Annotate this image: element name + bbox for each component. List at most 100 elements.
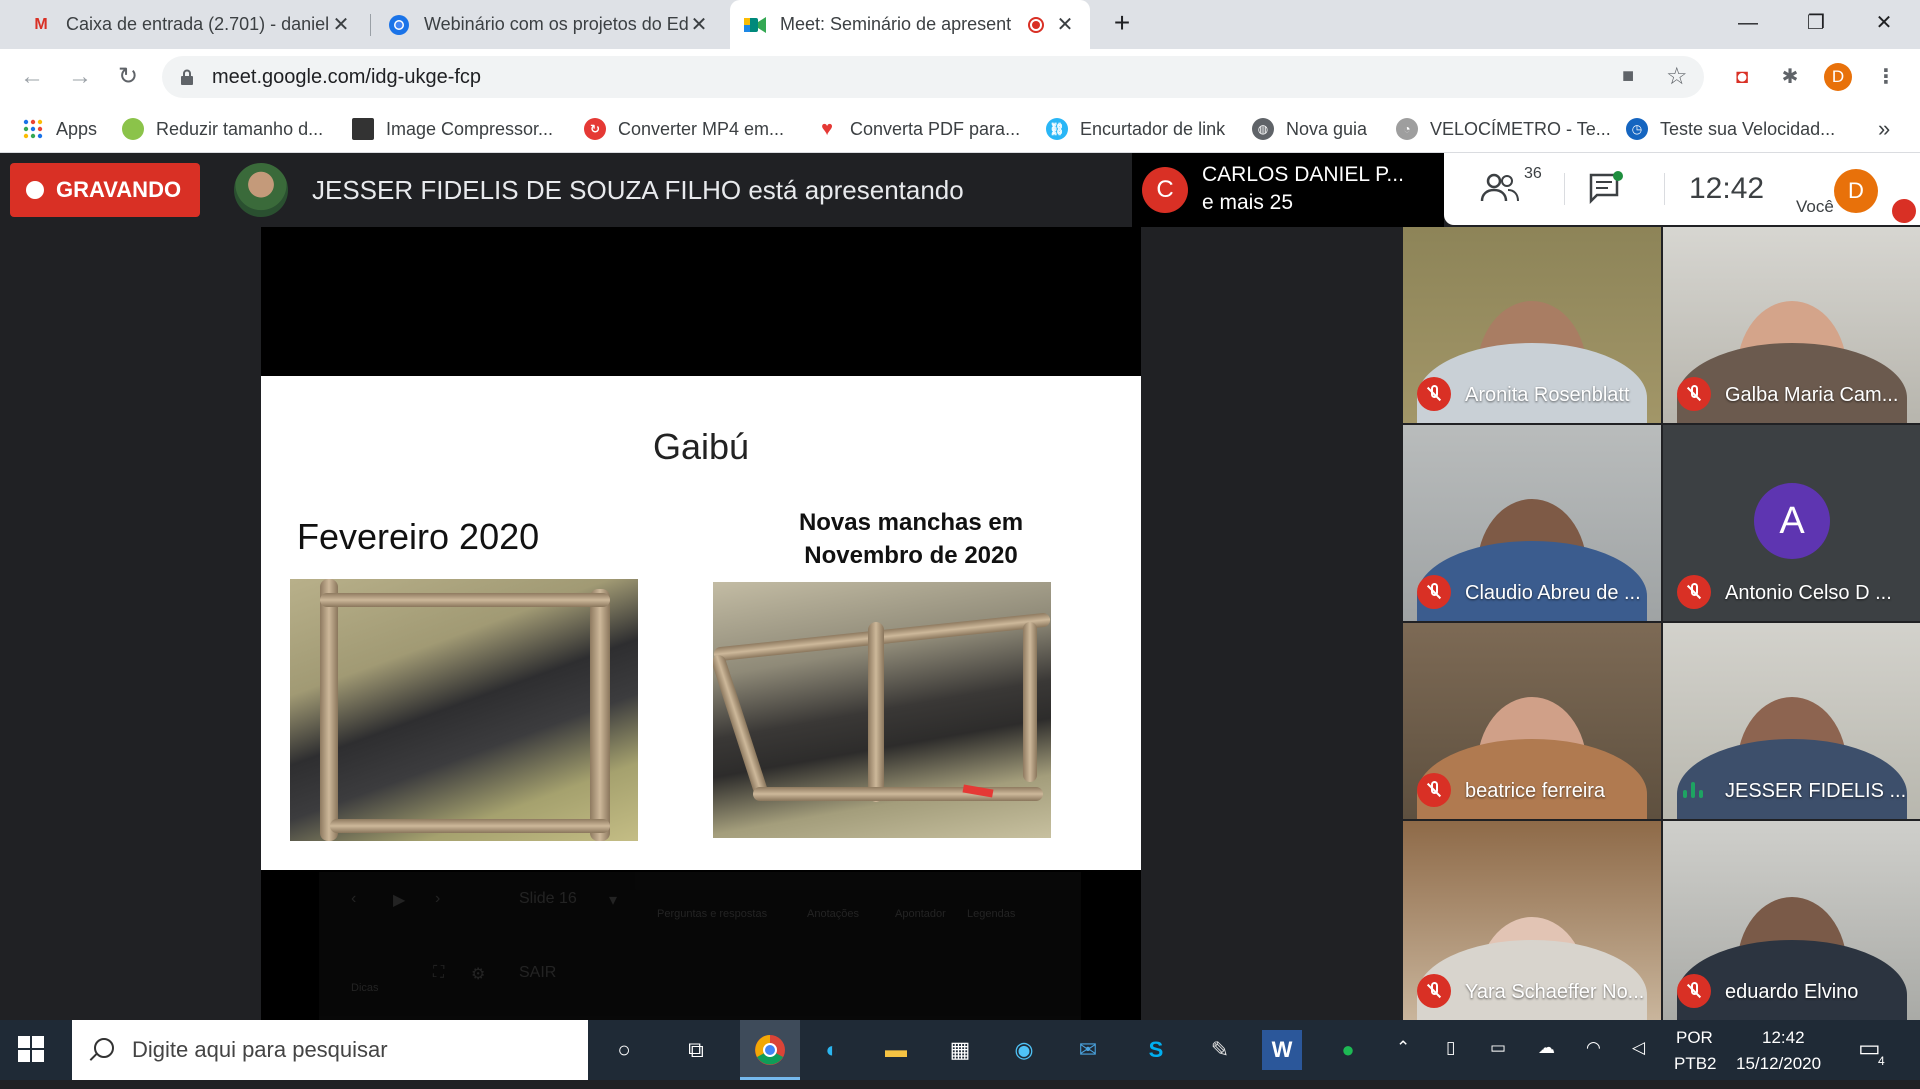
fullscreen-icon[interactable]: ⛶ — [433, 964, 444, 982]
notes-button[interactable]: Anotações — [807, 908, 859, 920]
self-avatar[interactable]: D — [1834, 169, 1878, 213]
word-icon[interactable]: W — [1262, 1030, 1302, 1070]
recording-dot-icon — [26, 181, 44, 199]
menu-icon[interactable]: ⋮ — [1872, 63, 1900, 91]
spotify-icon[interactable]: ● — [1328, 1030, 1368, 1070]
bookmark-apps[interactable]: Apps — [22, 105, 97, 153]
bookmark-teste-velocidade[interactable]: ◷ Teste sua Velocidad... — [1626, 105, 1835, 153]
caller-notification[interactable]: C CARLOS DANIEL P... e mais 25 — [1132, 153, 1444, 227]
participant-tile[interactable]: Aronita Rosenblatt — [1403, 227, 1661, 423]
wifi-icon[interactable]: ◠ — [1586, 1038, 1601, 1058]
battery-icon[interactable]: ▭ — [1490, 1038, 1506, 1058]
minimize-button[interactable]: — — [1728, 8, 1768, 38]
device-icon[interactable]: ▯ — [1446, 1038, 1455, 1058]
reload-button[interactable]: ↻ — [110, 59, 146, 95]
store-icon[interactable]: ▦ — [940, 1030, 980, 1070]
tab-separator — [370, 14, 371, 36]
chevron-down-icon[interactable]: ▾ — [609, 890, 617, 910]
presentation-stage[interactable]: Gaibú Fevereiro 2020 Novas manchas em No… — [261, 227, 1141, 1020]
caller-avatar: C — [1142, 167, 1188, 213]
back-button[interactable]: ← — [14, 59, 50, 95]
language-bottom[interactable]: PTB2 — [1674, 1054, 1717, 1074]
meet-top-bar: GRAVANDO JESSER FIDELIS DE SOUZA FILHO e… — [0, 153, 1920, 227]
tab-strip: M Caixa de entrada (2.701) - daniel ✕ We… — [0, 0, 1920, 49]
address-bar[interactable]: meet.google.com/idg-ukge-fcp ■ ☆ — [162, 56, 1704, 98]
people-button[interactable]: 36 — [1480, 165, 1542, 207]
next-slide-icon[interactable]: › — [435, 890, 440, 908]
star-icon[interactable]: ☆ — [1666, 62, 1688, 91]
skype-icon[interactable]: S — [1136, 1030, 1176, 1070]
participant-tile[interactable]: Claudio Abreu de ... — [1403, 425, 1661, 621]
close-icon[interactable]: ✕ — [1054, 12, 1076, 37]
gear-icon[interactable]: ⚙ — [471, 964, 485, 984]
slide-number[interactable]: Slide 16 — [519, 890, 577, 908]
apps-grid-icon — [22, 118, 44, 140]
resize-icon — [122, 118, 144, 140]
mail-icon[interactable]: ✉ — [1068, 1030, 1108, 1070]
bookmark-velocimetro[interactable]: ◔ VELOCÍMETRO - Te... — [1396, 105, 1611, 153]
tab-gmail[interactable]: M Caixa de entrada (2.701) - daniel ✕ — [16, 0, 366, 49]
participant-tile[interactable]: Yara Schaeffer No... — [1403, 821, 1661, 1020]
chevron-up-icon[interactable]: ⌃ — [1396, 1038, 1410, 1058]
camera-icon[interactable]: ■ — [1622, 65, 1634, 88]
tab-webinar[interactable]: Webinário com os projetos do Ed ✕ — [374, 0, 724, 49]
windows-start-icon[interactable] — [18, 1036, 46, 1064]
participant-tile[interactable]: Galba Maria Cam... — [1663, 227, 1920, 423]
more-bookmarks-button[interactable]: » — [1878, 105, 1890, 153]
tab-meet[interactable]: Meet: Seminário de apresent ✕ — [730, 0, 1090, 49]
bookmark-converta-pdf[interactable]: ♥ Converta PDF para... — [816, 105, 1020, 153]
profile-avatar[interactable]: D — [1824, 63, 1852, 91]
bookmark-image-compressor[interactable]: Image Compressor... — [352, 105, 553, 153]
language-top[interactable]: POR — [1676, 1028, 1713, 1048]
window-close-button[interactable]: ✕ — [1864, 8, 1904, 38]
mic-off-icon — [1417, 974, 1451, 1008]
photo-november-2020 — [713, 582, 1051, 838]
slide-title: Gaibú — [652, 426, 750, 467]
image-icon — [352, 118, 374, 140]
mic-off-icon — [1417, 773, 1451, 807]
paint-icon[interactable]: ✎ — [1200, 1030, 1240, 1070]
cortana-icon[interactable]: ○ — [604, 1030, 644, 1070]
taskbar-search-box[interactable]: Digite aqui para pesquisar — [72, 1020, 588, 1080]
bookmark-reduzir[interactable]: Reduzir tamanho d... — [122, 105, 323, 153]
slideshow-controls: ‹ ▶ › Slide 16 ▾ Perguntas e respostas A… — [319, 872, 1081, 1020]
tips-button[interactable]: Dicas — [351, 982, 379, 994]
task-view-icon[interactable]: ⧉ — [676, 1030, 716, 1070]
taskbar-date[interactable]: 15/12/2020 — [1736, 1054, 1821, 1074]
pocket-extension-icon[interactable]: ◘ — [1728, 63, 1756, 91]
close-icon[interactable]: ✕ — [330, 12, 352, 37]
taskbar-clock[interactable]: 12:42 — [1762, 1028, 1805, 1048]
participant-tile[interactable]: A Antonio Celso D ... — [1663, 425, 1920, 621]
pointer-button[interactable]: Apontador — [895, 908, 946, 920]
file-explorer-icon[interactable]: ▬ — [876, 1030, 916, 1070]
bookmark-encurtador[interactable]: ⛓ Encurtador de link — [1046, 105, 1225, 153]
participant-tile[interactable]: beatrice ferreira — [1403, 623, 1661, 819]
speaking-indicator-icon — [1681, 778, 1705, 802]
restore-button[interactable]: ❐ — [1796, 8, 1836, 38]
bookmark-nova-guia[interactable]: ◍ Nova guia — [1252, 105, 1367, 153]
participant-tile[interactable]: JESSER FIDELIS ... — [1663, 623, 1920, 819]
remote-desktop-icon[interactable]: ◉ — [1004, 1030, 1044, 1070]
presenter-avatar — [234, 163, 288, 217]
extensions-icon[interactable]: ✱ — [1776, 63, 1804, 91]
previous-slide-icon[interactable]: ‹ — [351, 890, 356, 908]
forward-button[interactable]: → — [62, 59, 98, 95]
chat-button[interactable] — [1588, 171, 1624, 207]
close-icon[interactable]: ✕ — [688, 12, 710, 37]
participant-tile[interactable]: eduardo Elvino — [1663, 821, 1920, 1020]
edge-icon[interactable]: ◐ — [812, 1030, 852, 1070]
cloud-icon[interactable]: ☁ — [1538, 1038, 1555, 1058]
qa-button[interactable]: Perguntas e respostas — [657, 908, 767, 920]
volume-icon[interactable]: ◁ — [1632, 1038, 1645, 1058]
new-tab-button[interactable]: + — [1102, 8, 1142, 38]
meet-window: GRAVANDO JESSER FIDELIS DE SOUZA FILHO e… — [0, 153, 1920, 1020]
lock-icon — [181, 69, 193, 85]
captions-button[interactable]: Legendas — [967, 908, 1015, 920]
bookmark-converter-mp4[interactable]: ↻ Converter MP4 em... — [584, 105, 784, 153]
recording-badge[interactable]: GRAVANDO — [10, 163, 200, 217]
chrome-taskbar-icon[interactable] — [740, 1020, 800, 1080]
exit-button[interactable]: SAIR — [519, 964, 556, 982]
people-icon — [1480, 173, 1519, 202]
notification-count: 4 — [1878, 1054, 1885, 1068]
play-icon[interactable]: ▶ — [393, 890, 405, 910]
